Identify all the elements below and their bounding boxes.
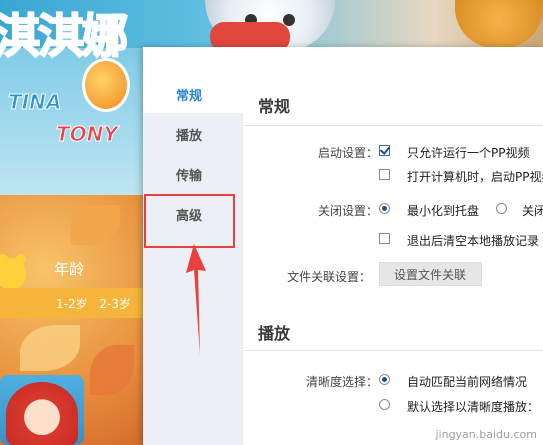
leaf-shape: [90, 345, 134, 395]
watermark: jingyan.baidu.com: [435, 428, 537, 441]
autostart-label: 打开计算机时，启动PP视频: [407, 170, 543, 184]
section-title-general: 常规: [258, 97, 291, 116]
settings-content: 常规 启动设置： 只允许运行一个PP视频 打开计算机时，启动PP视频 关闭设置：…: [243, 81, 543, 445]
nav-item-general[interactable]: 常规: [143, 81, 243, 113]
nav-item-transfer[interactable]: 传输: [143, 161, 243, 193]
bear-ear: [16, 254, 26, 264]
bear-ear: [0, 254, 8, 264]
settings-sidebar: 常规 播放 传输 高级: [143, 81, 243, 445]
autostart-checkbox[interactable]: [379, 169, 390, 180]
auto-quality-label: 自动匹配当前网络情况: [407, 375, 528, 389]
close-radio-label: 关闭: [522, 204, 543, 218]
minimize-to-tray-radio[interactable]: [379, 203, 390, 214]
default-quality-label: 默认选择以清晰度播放：: [407, 400, 540, 414]
clear-history-label: 退出后清空本地播放记录: [407, 234, 540, 248]
age-filter-values[interactable]: 1-2岁 2-3岁: [56, 295, 131, 312]
section-divider: [243, 125, 543, 126]
nav-item-playback[interactable]: 播放: [143, 121, 243, 153]
single-instance-label: 只允许运行一个PP视频: [407, 146, 530, 160]
logo-title: 淇淇娜: [0, 8, 129, 64]
section-divider: [243, 350, 543, 351]
section-title-playback: 播放: [258, 324, 291, 343]
cartoon-logo: 淇淇娜 TINA TONY: [0, 0, 140, 160]
clear-history-checkbox[interactable]: [379, 233, 390, 244]
logo-tony: TONY: [56, 122, 119, 147]
close-radio[interactable]: [496, 203, 507, 214]
leaf-shape: [70, 205, 120, 245]
leaf-shape: [20, 325, 80, 371]
file-association-button[interactable]: 设置文件关联: [379, 262, 482, 286]
age-filter-title: 年龄: [54, 260, 85, 278]
auto-quality-radio[interactable]: [379, 374, 390, 385]
highlight-box: [144, 194, 235, 248]
minimize-to-tray-label: 最小化到托盘: [407, 204, 480, 218]
logo-ampersand: [82, 58, 130, 112]
quality-select-label: 清晰度选择：: [305, 375, 378, 389]
dialog-title-bar[interactable]: [143, 47, 543, 81]
cartoon-girl-image: [6, 382, 78, 445]
close-setting-label: 关闭设置：: [317, 204, 378, 218]
default-quality-radio[interactable]: [379, 399, 390, 410]
startup-setting-label: 启动设置：: [317, 146, 378, 160]
single-instance-checkbox[interactable]: [379, 145, 390, 156]
logo-tina: TINA: [7, 90, 62, 115]
file-association-label: 文件关联设置：: [286, 270, 371, 284]
